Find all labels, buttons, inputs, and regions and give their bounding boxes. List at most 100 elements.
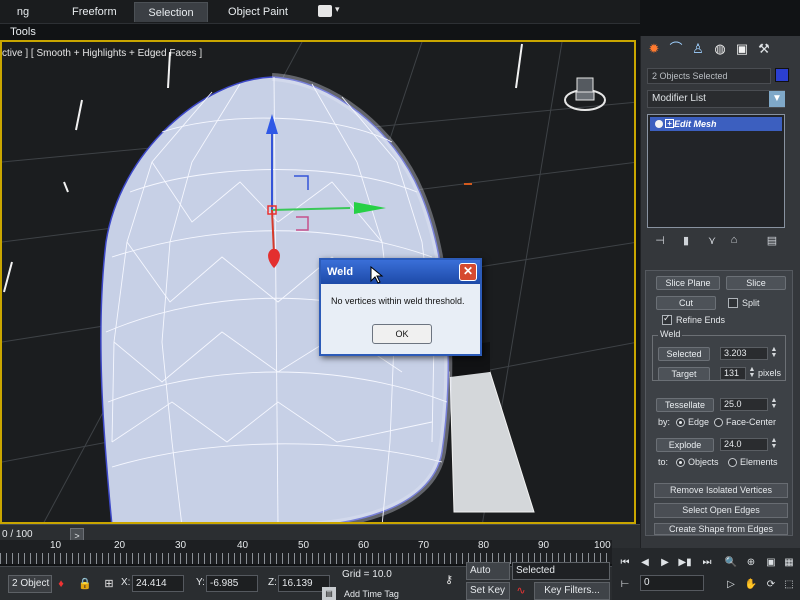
face-center-radio[interactable] xyxy=(714,418,723,427)
selection-count: 2 Object xyxy=(8,575,52,593)
refine-ends-checkbox[interactable] xyxy=(662,313,672,325)
display-icon[interactable]: ▣ xyxy=(733,40,751,58)
lock-icon[interactable]: 🔒 xyxy=(78,577,92,591)
stack-toolbar: ⊣ ▮ ⋎ ⌂ ▤ xyxy=(649,234,789,252)
next-frame-icon[interactable]: ▶▮ xyxy=(678,556,692,570)
chevron-down-icon[interactable]: ▼ xyxy=(769,91,785,107)
edit-geometry-rollout: Slice Plane Slice Cut Split Refine Ends … xyxy=(645,270,793,536)
weld-selected-button[interactable]: Selected xyxy=(658,347,710,361)
stack-item-edit-mesh[interactable]: + Edit Mesh xyxy=(650,117,782,131)
scene-stroke xyxy=(515,43,523,89)
playback-controls: ⏮ ◀ ▶ ▶▮ ⏭ ⊢ 🔍 ⊕ ▣ ▦ ▷ ✋ ⟳ ⬚ xyxy=(612,548,800,600)
tessellate-tension-spinner[interactable]: 25.0 xyxy=(720,398,768,411)
select-open-edges-button[interactable]: Select Open Edges xyxy=(654,503,788,518)
play-icon[interactable]: ▶ xyxy=(658,556,672,570)
weld-threshold-spinner[interactable]: 3.203 xyxy=(720,347,768,360)
add-time-tag-label[interactable]: Add Time Tag xyxy=(344,589,399,599)
show-end-result-icon[interactable]: ▮ xyxy=(677,234,695,250)
ribbon-options-icon[interactable] xyxy=(318,5,332,17)
weld-target-spinner[interactable]: 131 xyxy=(720,367,746,380)
go-to-start-icon[interactable]: ⏮ xyxy=(618,556,632,570)
spinner-arrows-icon[interactable]: ▲ ▼ xyxy=(770,346,778,360)
track-bar[interactable]: 10 20 30 40 50 60 70 80 90 100 xyxy=(0,540,612,564)
close-icon[interactable]: ✕ xyxy=(459,263,477,281)
expand-icon[interactable]: + xyxy=(665,119,674,128)
tab-selection[interactable]: Selection xyxy=(134,2,208,22)
mouse-cursor-icon xyxy=(370,266,384,284)
y-label: Y: xyxy=(196,577,205,588)
previous-frame-icon[interactable]: ◀ xyxy=(638,556,652,570)
auto-key-button[interactable]: Auto Key xyxy=(466,562,510,592)
tick-label: 10 xyxy=(50,540,62,551)
tab-freeform[interactable]: Freeform xyxy=(62,2,126,22)
y-coordinate-field[interactable]: -6.985 xyxy=(206,575,258,592)
go-to-end-icon[interactable]: ⏭ xyxy=(700,556,714,570)
lightbulb-icon[interactable] xyxy=(655,120,663,128)
weld-target-button[interactable]: Target xyxy=(658,367,710,381)
key-mode-icon[interactable]: ∿ xyxy=(514,584,528,598)
zoom-extents-icon[interactable]: ▣ xyxy=(764,556,778,570)
to-label: to: xyxy=(658,457,669,467)
pin-icon[interactable]: ♦ xyxy=(54,577,68,591)
spinner-arrows-icon[interactable]: ▲ ▼ xyxy=(770,437,778,451)
elements-radio[interactable] xyxy=(728,458,737,467)
zoom-icon[interactable]: 🔍 xyxy=(724,556,738,570)
command-panel: ✹ ⌒ ♙ ◍ ▣ ⚒ 2 Objects Selected Modifier … xyxy=(640,36,800,580)
chevron-down-icon[interactable]: ▾ xyxy=(335,4,340,15)
absolute-mode-icon[interactable]: ⊞ xyxy=(102,577,116,591)
key-filters-button[interactable]: Key Filters... xyxy=(534,582,610,600)
time-tag-icon[interactable]: ▤ xyxy=(322,587,336,600)
set-key-button[interactable]: Set Key xyxy=(466,582,510,600)
command-panel-tabs: ✹ ⌒ ♙ ◍ ▣ ⚒ xyxy=(641,36,800,62)
motion-icon[interactable]: ◍ xyxy=(711,40,729,58)
dialog-message: No vertices within weld threshold. xyxy=(331,296,465,306)
zoom-all-icon[interactable]: ⊕ xyxy=(744,556,758,570)
key-icon[interactable]: ⚷ xyxy=(438,573,460,587)
auto-key-selection-dropdown[interactable]: Selected xyxy=(512,562,610,580)
tessellate-button[interactable]: Tessellate xyxy=(656,398,714,412)
pan-icon[interactable]: ✋ xyxy=(744,578,758,592)
make-unique-icon[interactable]: ⋎ xyxy=(703,234,721,250)
perspective-viewport[interactable]: ctive ] [ Smooth + Highlights + Edged Fa… xyxy=(0,40,636,524)
remove-isolated-vertices-button[interactable]: Remove Isolated Vertices xyxy=(654,483,788,498)
spinner-arrows-icon[interactable]: ▲ ▼ xyxy=(748,366,756,380)
explode-button[interactable]: Explode xyxy=(656,438,714,452)
stack-item-label: Edit Mesh xyxy=(674,119,717,129)
cut-button[interactable]: Cut xyxy=(656,296,716,310)
pin-stack-icon[interactable]: ⊣ xyxy=(651,234,669,250)
tick-label: 90 xyxy=(538,540,550,551)
curve-icon[interactable]: ⌒ xyxy=(667,40,685,58)
slice-plane-button[interactable]: Slice Plane xyxy=(656,276,720,290)
current-frame-field[interactable]: 0 xyxy=(640,575,704,591)
tab-modeling-tools[interactable]: ng Tools xyxy=(0,2,46,38)
tab-object-paint[interactable]: Object Paint xyxy=(218,2,298,22)
objects-radio[interactable] xyxy=(676,458,685,467)
key-mode-toggle-icon[interactable]: ⊢ xyxy=(618,578,632,592)
x-coordinate-field[interactable]: 24.414 xyxy=(132,575,184,592)
remove-modifier-icon[interactable]: ⌂ xyxy=(725,234,743,250)
orbit-icon[interactable]: ⟳ xyxy=(764,578,778,592)
split-checkbox[interactable] xyxy=(728,298,738,308)
ok-button[interactable]: OK xyxy=(372,324,432,344)
explode-angle-spinner[interactable]: 24.0 xyxy=(720,438,768,451)
spinner-arrows-icon[interactable]: ▲ ▼ xyxy=(770,397,778,411)
edge-label: Edge xyxy=(688,417,710,427)
modifier-list-dropdown[interactable]: Modifier List xyxy=(647,90,785,108)
object-color-swatch[interactable] xyxy=(775,68,789,82)
elements-label: Elements xyxy=(740,457,778,467)
viewcube[interactable] xyxy=(562,74,608,120)
zoom-extents-all-icon[interactable]: ▦ xyxy=(782,556,796,570)
z-label: Z: xyxy=(268,577,277,588)
pixels-label: pixels xyxy=(758,368,782,378)
slice-button[interactable]: Slice xyxy=(726,276,786,290)
create-shape-from-edges-button[interactable]: Create Shape from Edges xyxy=(654,523,788,535)
maximize-viewport-icon[interactable]: ⬚ xyxy=(782,578,796,592)
configure-sets-icon[interactable]: ▤ xyxy=(763,234,781,250)
hammer-icon[interactable]: ⚒ xyxy=(755,40,773,58)
sun-icon[interactable]: ✹ xyxy=(645,40,663,58)
field-of-view-icon[interactable]: ▷ xyxy=(724,578,738,592)
weld-dialog: Weld ✕ No vertices within weld threshold… xyxy=(319,258,482,356)
hierarchy-icon[interactable]: ♙ xyxy=(689,40,707,58)
edge-radio[interactable] xyxy=(676,418,685,427)
object-name-field[interactable]: 2 Objects Selected xyxy=(647,68,771,84)
